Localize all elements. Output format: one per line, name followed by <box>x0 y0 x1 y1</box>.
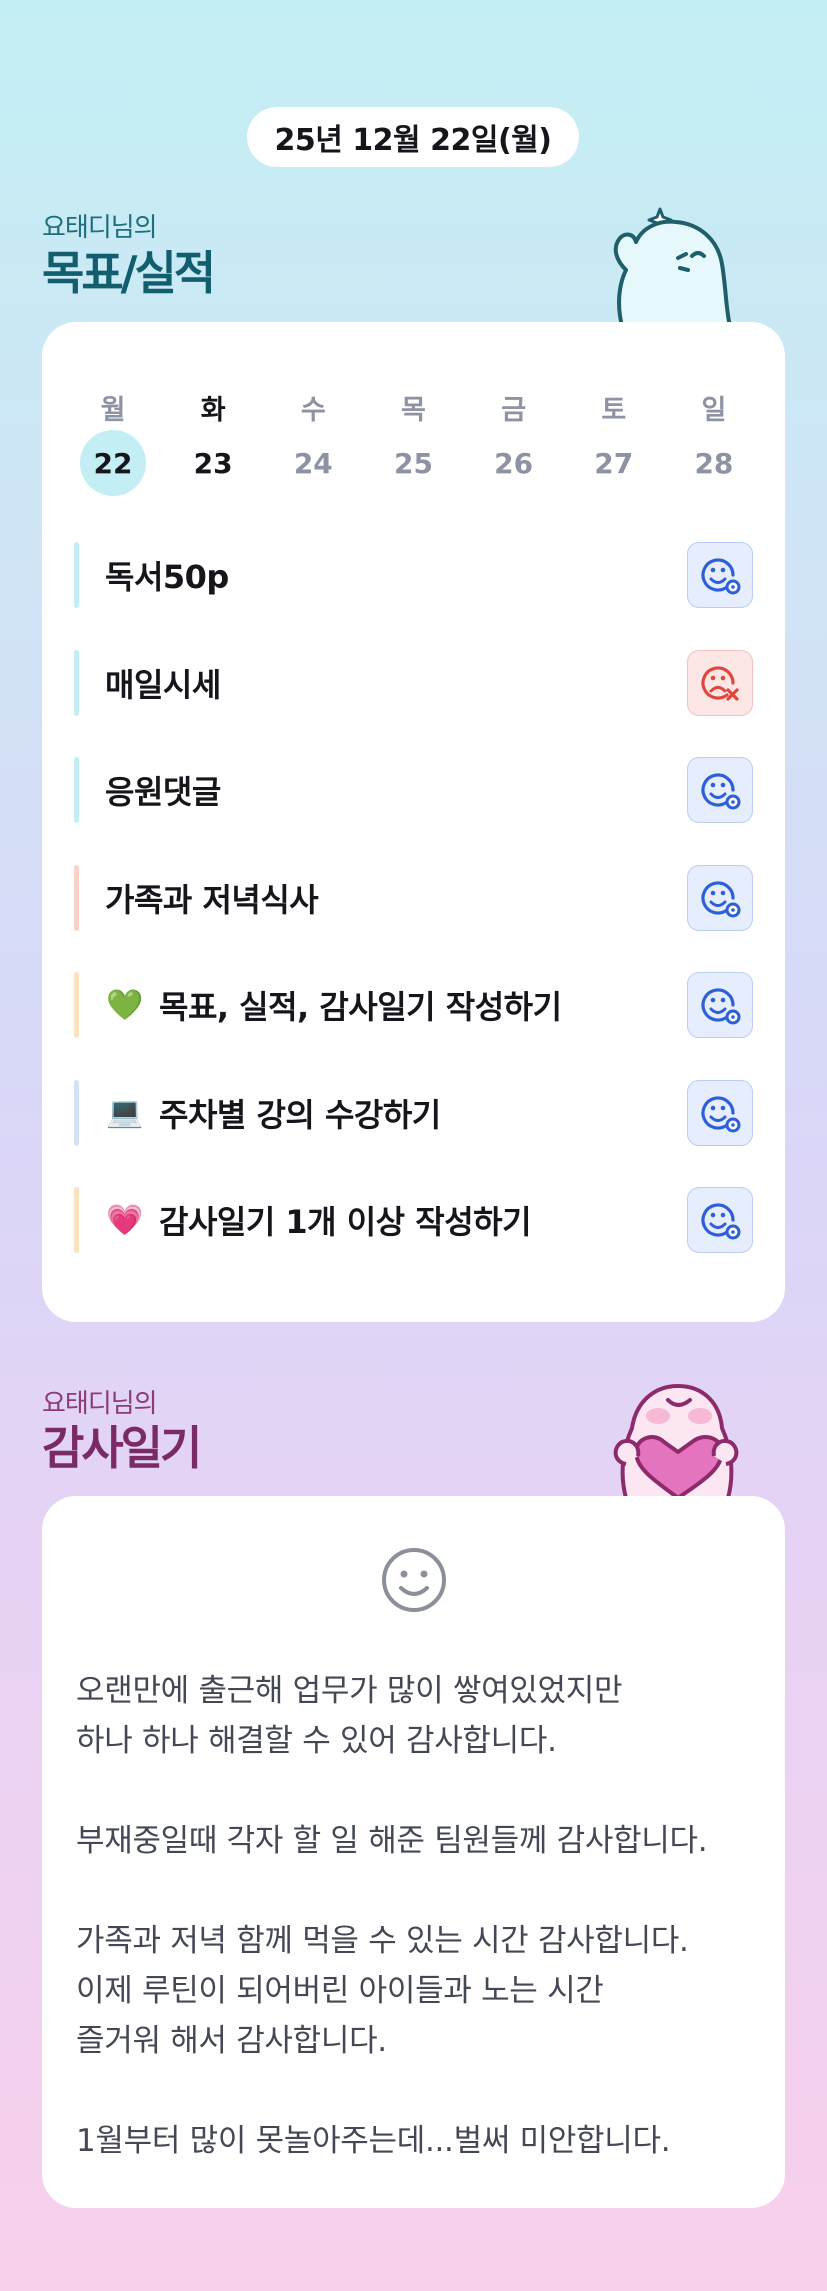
smile-check-icon <box>701 773 741 810</box>
status-done-button[interactable] <box>687 542 753 608</box>
diary-text: 오랜만에 출근해 업무가 많이 쌓여있었지만 하나 하나 해결할 수 있어 감사… <box>76 1666 761 2216</box>
goal-color-bar <box>74 1187 79 1253</box>
goal-item[interactable]: 매일시세 <box>74 649 753 716</box>
goal-emoji-icon: 💻 <box>106 1095 144 1130</box>
goal-text: 감사일기 1개 이상 작성하기 <box>159 1203 532 1241</box>
goal-text: 매일시세 <box>105 665 221 704</box>
status-fail-button[interactable] <box>687 649 753 716</box>
status-done-button[interactable] <box>687 1187 753 1253</box>
goal-color-bar <box>74 1079 79 1146</box>
goal-item[interactable]: 💚 목표, 실적, 감사일기 작성하기 <box>74 972 753 1038</box>
status-done-button[interactable] <box>687 864 753 931</box>
goal-mascot-illustration <box>613 207 732 326</box>
diary-card: 오랜만에 출근해 업무가 많이 쌓여있었지만 하나 하나 해결할 수 있어 감사… <box>42 1496 785 2208</box>
date-28[interactable]: 28 <box>681 430 747 496</box>
frown-x-icon <box>701 665 739 701</box>
date-23[interactable]: 23 <box>180 430 246 496</box>
status-done-button[interactable] <box>687 757 753 823</box>
goal-text: 주차별 강의 수강하기 <box>159 1095 441 1134</box>
goal-text: 응원댓글 <box>105 773 221 811</box>
diary-paragraph: 가족과 저녁 함께 먹을 수 있는 시간 감사합니다. 이제 루틴이 되어버린 … <box>76 1923 689 2059</box>
date-25[interactable]: 25 <box>380 430 446 496</box>
goal-color-bar <box>74 972 79 1038</box>
diary-mascot-illustration <box>613 1384 739 1498</box>
status-done-button[interactable] <box>687 972 753 1038</box>
goal-emoji-icon: 💚 <box>106 987 144 1023</box>
status-done-button[interactable] <box>687 1079 753 1146</box>
goal-item[interactable]: 💻 주차별 강의 수강하기 <box>74 1079 753 1146</box>
goal-text: 가족과 저녁식사 <box>105 880 319 919</box>
goal-item[interactable]: 응원댓글 <box>74 757 753 823</box>
goal-color-bar <box>74 649 79 716</box>
diary-section-title: 감사일기 <box>42 1421 202 1475</box>
goals-card: 월 화 수 목 금 토 일 22 23 24 25 26 27 28 독서50p… <box>42 322 785 1322</box>
smile-check-icon <box>701 1095 741 1132</box>
diary-paragraph: 오랜만에 출근해 업무가 많이 쌓여있었지만 하나 하나 해결할 수 있어 감사… <box>76 1673 623 1759</box>
goal-color-bar <box>74 542 79 608</box>
smile-face-icon[interactable] <box>380 1546 448 1614</box>
goal-item[interactable]: 💗 감사일기 1개 이상 작성하기 <box>74 1187 753 1253</box>
goal-text: 독서50p <box>105 558 229 596</box>
date-27[interactable]: 27 <box>581 430 647 496</box>
goal-item[interactable]: 가족과 저녁식사 <box>74 864 753 931</box>
diary-paragraph: 부재중일때 각자 할 일 해준 팀원들께 감사합니다. <box>76 1823 708 1859</box>
smile-check-icon <box>701 1203 741 1240</box>
date-26[interactable]: 26 <box>481 430 547 496</box>
date-row: 22 23 24 25 26 27 28 <box>80 430 747 496</box>
smile-check-icon <box>701 880 741 917</box>
date-22[interactable]: 22 <box>80 430 146 496</box>
goal-emoji-icon: 💗 <box>106 1202 144 1238</box>
goal-color-bar <box>74 757 79 823</box>
goals-section-title: 목표/실적 <box>42 246 216 300</box>
goal-item[interactable]: 독서50p <box>74 542 753 608</box>
goal-text: 목표, 실적, 감사일기 작성하기 <box>159 988 562 1026</box>
goal-color-bar <box>74 864 79 931</box>
date-pill[interactable]: 25년 12월 22일(월) <box>247 107 579 167</box>
smile-check-icon <box>701 988 741 1025</box>
diary-paragraph: 1월부터 많이 못놀아주는데...벌써 미안합니다. <box>76 2123 671 2159</box>
date-24[interactable]: 24 <box>280 430 346 496</box>
smile-check-icon <box>701 558 741 595</box>
